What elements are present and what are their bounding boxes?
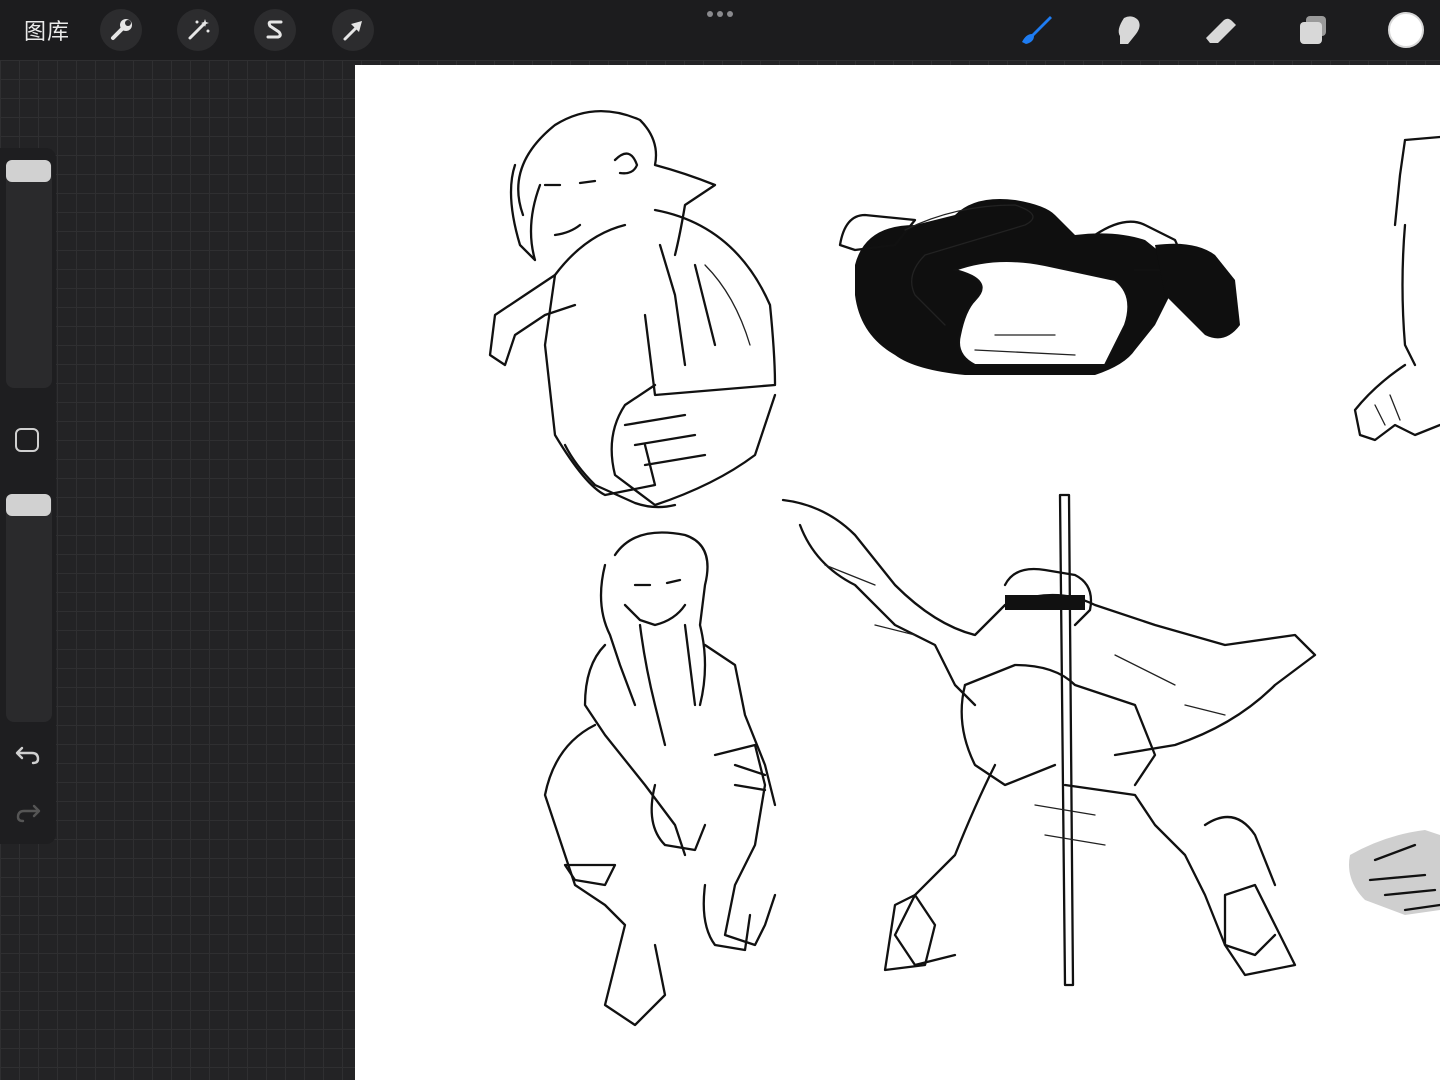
opacity-thumb[interactable] [6,494,51,516]
sketch-figure-hand-right [1349,830,1440,915]
brush-icon[interactable] [1012,10,1056,50]
wrench-icon [111,19,132,40]
sketch-figure-swordsman [781,493,1317,987]
drawing-canvas[interactable] [355,65,1440,1080]
brush-size-slider[interactable] [6,160,52,388]
sketch-figure-squatting-girl [543,531,777,1027]
gallery-button[interactable]: 图库 [24,14,70,46]
smudge-icon[interactable] [1106,10,1150,50]
eraser-icon[interactable] [1198,10,1242,50]
selection-button[interactable] [254,9,296,51]
layers-icon[interactable] [1292,10,1336,50]
sketch-artwork [488,110,1440,1027]
redo-icon[interactable] [14,800,42,824]
brush-sidebar [0,148,56,844]
transform-button[interactable] [332,9,374,51]
color-picker-button[interactable] [1388,12,1424,48]
opacity-slider[interactable] [6,494,52,722]
sketch-figure-curled [838,199,1240,375]
brush-size-thumb[interactable] [6,160,51,182]
arrow-cursor-icon [343,21,362,41]
top-toolbar: 图库 [0,0,1440,60]
sketch-figure-crouching-girl [488,110,777,509]
sketch-figure-partial-right [1353,135,1440,442]
selection-s-icon [266,20,283,39]
square-modify-icon[interactable] [15,428,39,452]
undo-icon[interactable] [14,742,42,766]
actions-button[interactable] [100,9,142,51]
magic-wand-icon [188,19,210,40]
grabber-dots-icon[interactable] [706,10,736,18]
adjustments-button[interactable] [177,9,219,51]
